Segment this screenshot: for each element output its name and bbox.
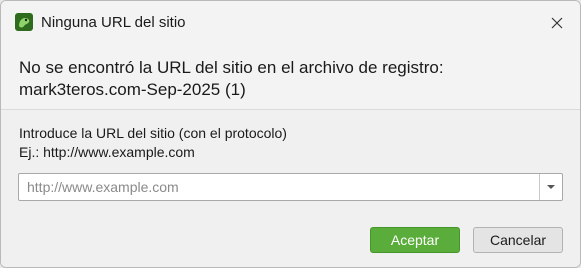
url-example-text: Ej.: http://www.example.com [19,144,195,160]
accept-button[interactable]: Aceptar [370,227,460,253]
url-dropdown-button[interactable] [539,174,562,200]
window-title: Ninguna URL del sitio [41,14,186,31]
log-file-name: mark3teros.com-Sep-2025 (1) [19,80,246,99]
chevron-down-icon [547,185,555,189]
site-url-combobox[interactable] [18,173,563,201]
url-prompt-label: Introduce la URL del sitio (con el proto… [19,125,287,141]
cancel-button[interactable]: Cancelar [473,227,563,253]
frog-app-icon [15,13,33,31]
url-prompt: Introduce la URL del sitio (con el proto… [19,124,287,162]
form-area: Introduce la URL del sitio (con el proto… [1,110,580,267]
site-url-input[interactable] [19,174,533,200]
message-area: No se encontró la URL del sitio en el ar… [1,45,580,109]
close-button[interactable] [534,1,580,45]
dialog-window: Ninguna URL del sitio No se encontró la … [0,0,581,268]
title-bar[interactable]: Ninguna URL del sitio [1,1,580,45]
close-icon [551,17,563,29]
error-message: No se encontró la URL del sitio en el ar… [19,57,444,101]
error-message-line1: No se encontró la URL del sitio en el ar… [19,58,444,77]
